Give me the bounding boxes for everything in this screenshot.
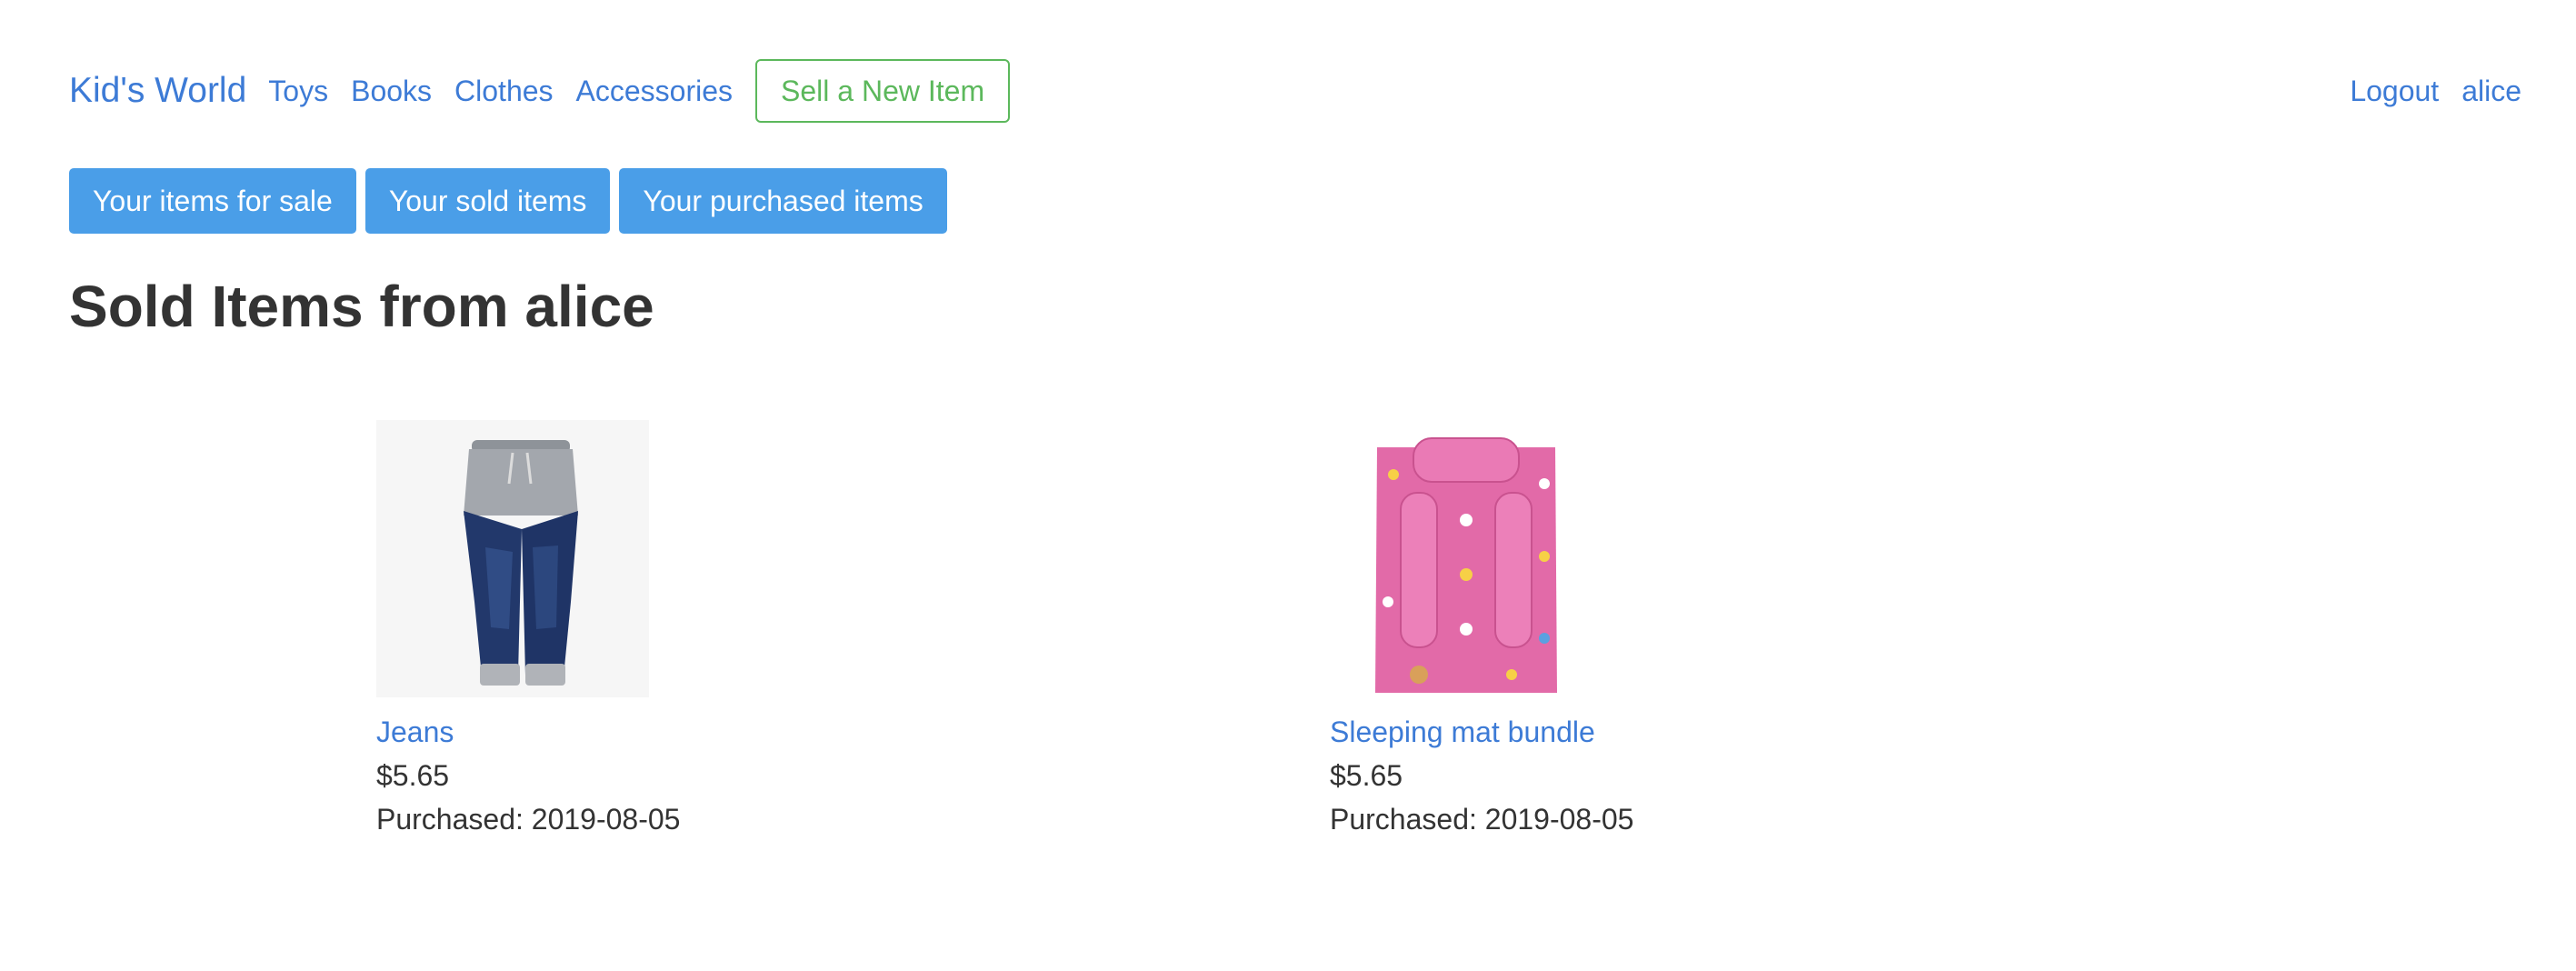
item-filter-buttons: Your items for sale Your sold items Your… (69, 168, 956, 234)
logout-link[interactable]: Logout (2350, 75, 2439, 108)
sold-items-button[interactable]: Your sold items (364, 168, 611, 234)
item-purchased-date: Purchased: 2019-08-05 (376, 803, 681, 836)
top-navbar: Kid's World Toys Books Clothes Accessori… (69, 58, 2521, 124)
sold-item-card: Sleeping mat bundle $5.65 Purchased: 201… (1330, 420, 1966, 837)
sold-item-card: Jeans $5.65 Purchased: 2019-08-05 (376, 420, 1013, 837)
item-price: $5.65 (1330, 759, 1403, 792)
nav-link-toys[interactable]: Toys (268, 75, 328, 108)
items-for-sale-button[interactable]: Your items for sale (69, 168, 356, 234)
jeans-image[interactable] (376, 420, 649, 697)
item-name-link[interactable]: Jeans (376, 714, 1013, 750)
item-name-link[interactable]: Sleeping mat bundle (1330, 714, 1966, 750)
nav-link-books[interactable]: Books (351, 75, 432, 108)
page: Kid's World Toys Books Clothes Accessori… (0, 0, 2576, 971)
brand-link[interactable]: Kid's World (69, 71, 246, 111)
sell-new-item-button[interactable]: Sell a New Item (755, 59, 1011, 123)
page-title: Sold Items from alice (69, 274, 654, 339)
username-link[interactable]: alice (2461, 75, 2521, 108)
nav-right-group: Logout alice (2350, 75, 2521, 108)
purchased-items-button[interactable]: Your purchased items (619, 168, 947, 234)
item-price: $5.65 (376, 759, 450, 792)
nav-link-clothes[interactable]: Clothes (454, 75, 554, 108)
sleeping-mat-image[interactable] (1330, 420, 1603, 697)
item-purchased-date: Purchased: 2019-08-05 (1330, 803, 1634, 836)
nav-link-accessories[interactable]: Accessories (576, 75, 734, 108)
